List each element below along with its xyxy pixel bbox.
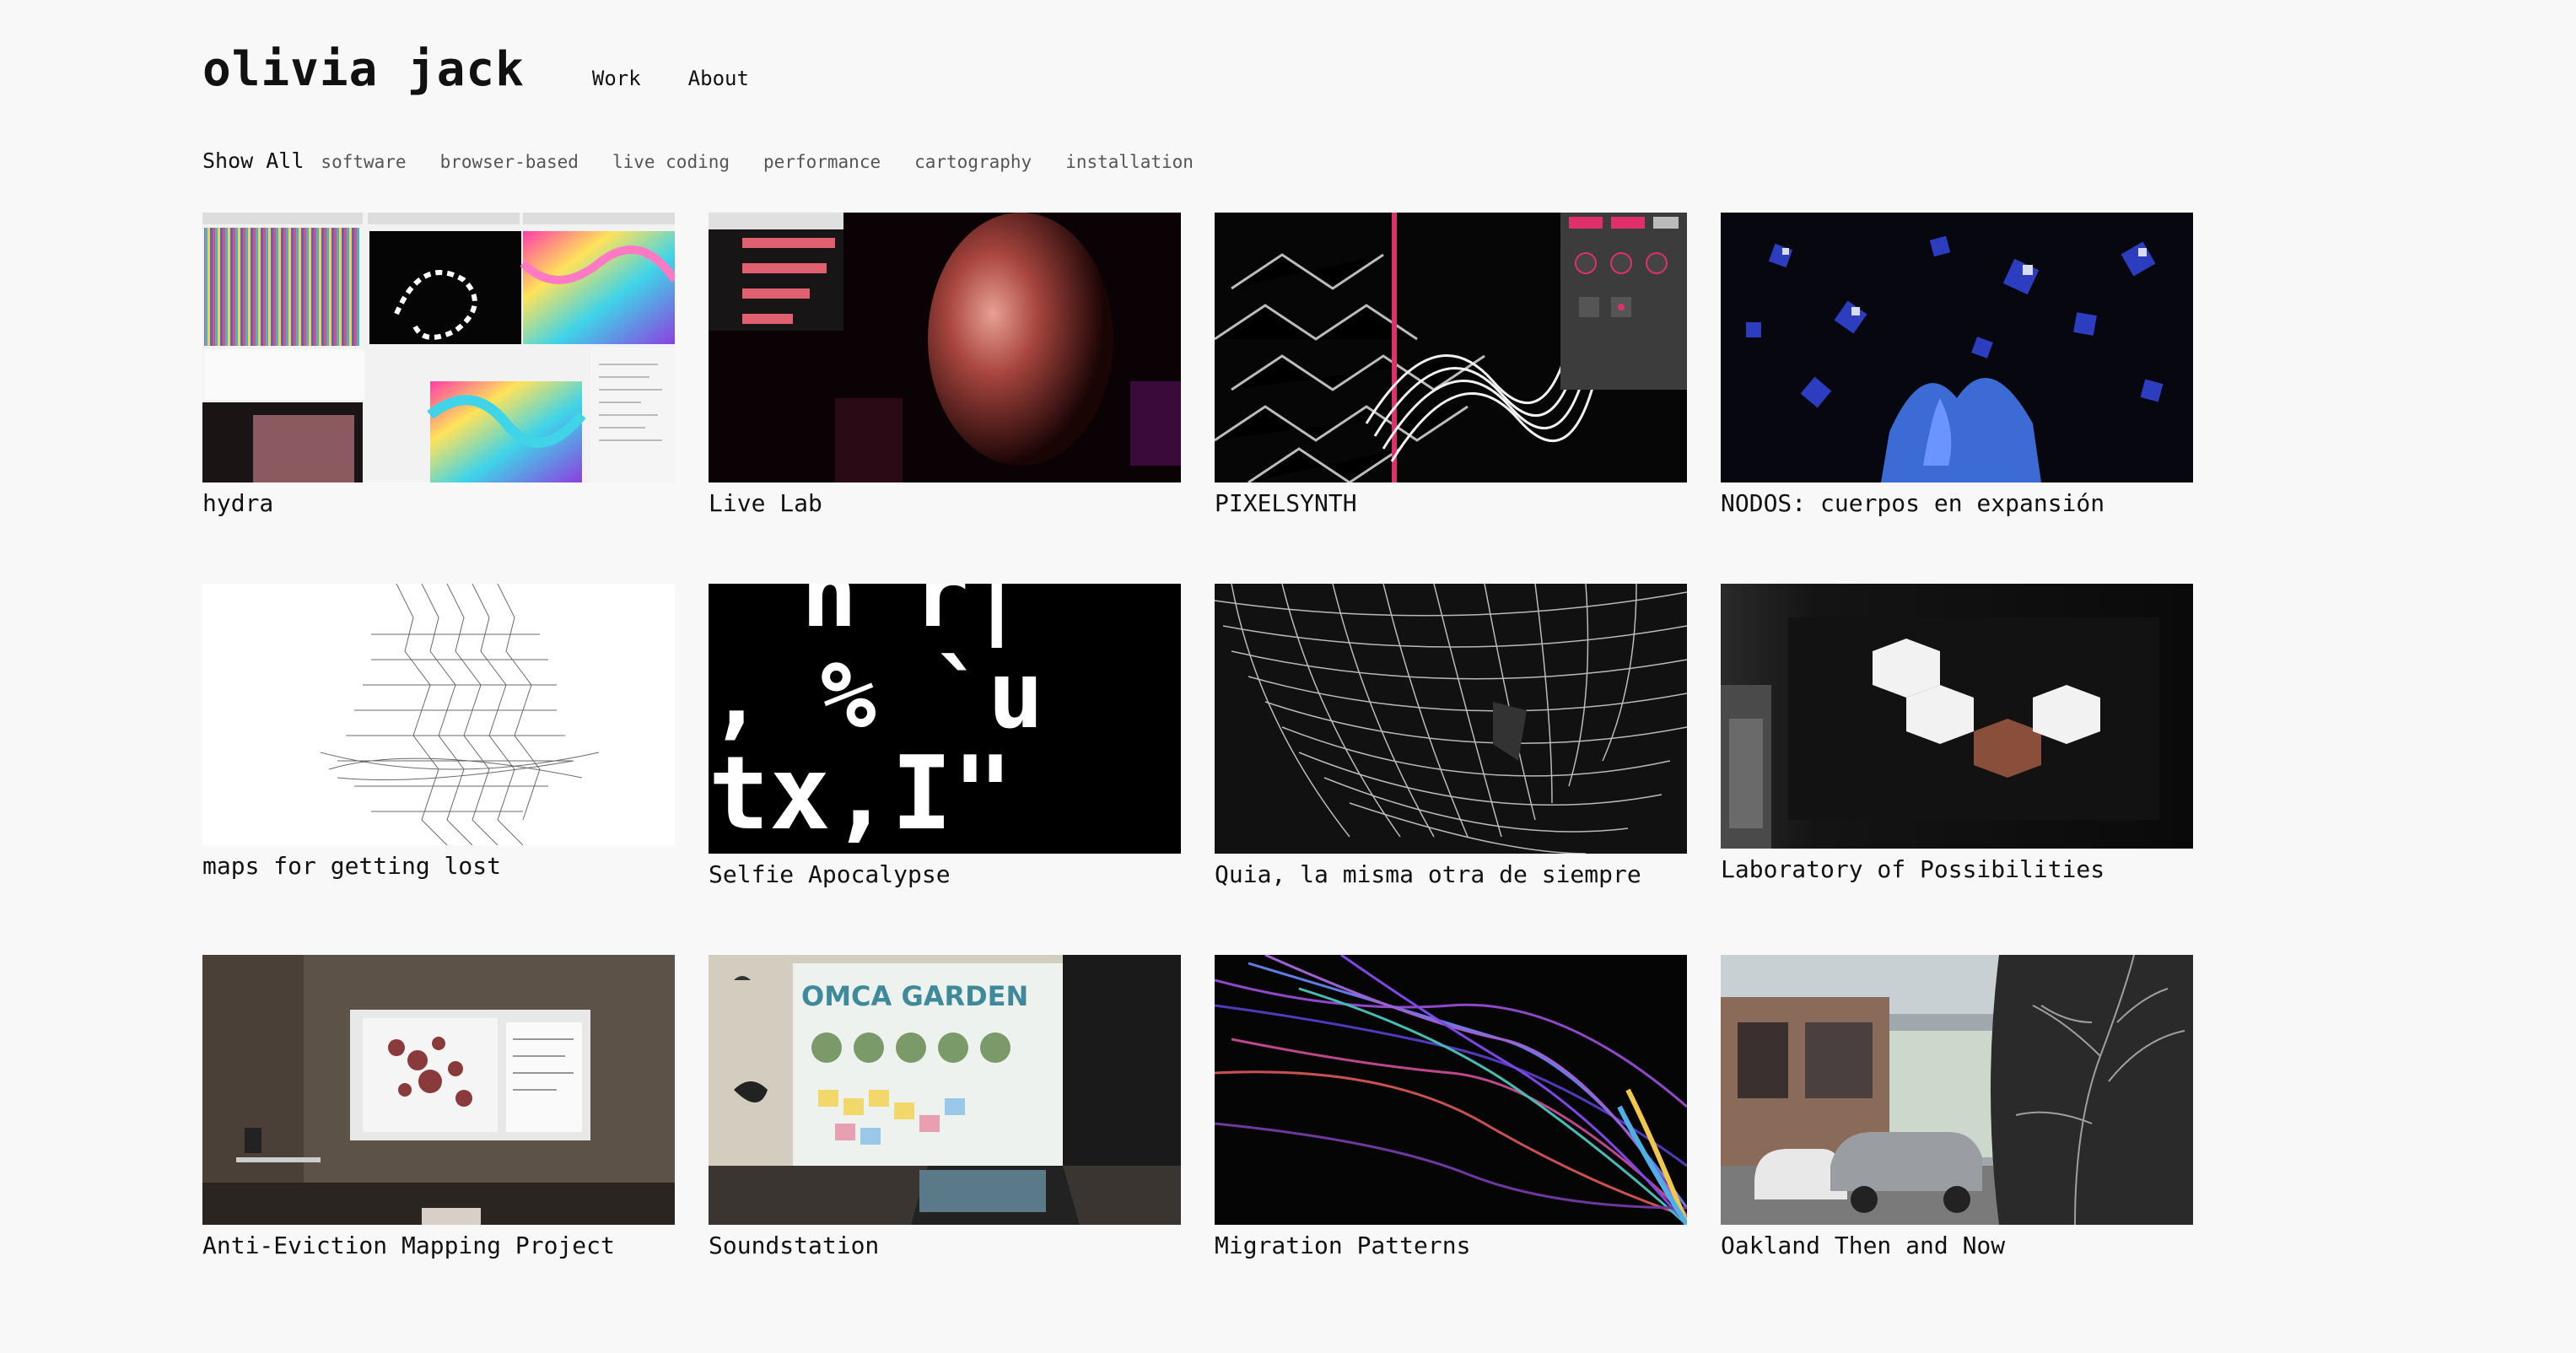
- project-card-soundstation[interactable]: OMCA GARDEN Soundstation: [709, 955, 1181, 1326]
- project-title[interactable]: maps for getting lost: [202, 852, 675, 880]
- filter-performance[interactable]: performance: [763, 152, 881, 172]
- filter-show-all[interactable]: Show All: [202, 148, 304, 173]
- project-thumbnail[interactable]: [1215, 213, 1687, 482]
- project-thumbnail[interactable]: [1721, 584, 2193, 849]
- project-card-selfie-apocalypse[interactable]: n r| , % `u tx,I" Selfie Apocalypse: [709, 584, 1181, 955]
- filter-installation[interactable]: installation: [1065, 152, 1194, 172]
- site-header: olivia jack Work About: [202, 42, 796, 97]
- filter-cartography[interactable]: cartography: [914, 152, 1032, 172]
- project-card-laboratory-of-possibilities[interactable]: Laboratory of Possibilities: [1721, 584, 2193, 955]
- category-filters: Show All software browser-based live cod…: [202, 148, 1227, 173]
- thumb-glyphs-row-2: , % `u: [709, 641, 1043, 749]
- project-title[interactable]: Quia, la misma otra de siempre: [1215, 860, 1687, 888]
- project-thumbnail[interactable]: [202, 584, 675, 845]
- project-title[interactable]: Anti-Eviction Mapping Project: [202, 1232, 675, 1259]
- project-card-maps-for-getting-lost[interactable]: maps for getting lost: [202, 584, 675, 955]
- project-title[interactable]: Migration Patterns: [1215, 1232, 1687, 1259]
- project-thumbnail[interactable]: OMCA GARDEN: [709, 955, 1181, 1225]
- project-title[interactable]: PIXELSYNTH: [1215, 489, 1687, 517]
- project-thumbnail[interactable]: [709, 213, 1181, 482]
- thumb-glyphs-row-3: tx,I": [709, 736, 1013, 853]
- project-card-hydra[interactable]: hydra: [202, 213, 675, 584]
- project-title[interactable]: Oakland Then and Now: [1721, 1232, 2193, 1259]
- project-title[interactable]: Soundstation: [709, 1232, 1181, 1259]
- site-title[interactable]: olivia jack: [202, 42, 525, 97]
- thumb-sign-text: OMCA GARDEN: [801, 980, 1028, 1012]
- project-thumbnail[interactable]: [202, 955, 675, 1225]
- project-title[interactable]: NODOS: cuerpos en expansión: [1721, 489, 2193, 517]
- project-card-oakland-then-and-now[interactable]: Oakland Then and Now: [1721, 955, 2193, 1326]
- project-thumbnail[interactable]: [1215, 584, 1687, 854]
- filter-live-coding[interactable]: live coding: [612, 152, 730, 172]
- project-title[interactable]: hydra: [202, 489, 675, 517]
- filter-browser-based[interactable]: browser-based: [440, 152, 579, 172]
- project-thumbnail[interactable]: n r| , % `u tx,I": [709, 584, 1181, 854]
- project-grid: hydra Live Lab PIXELSYNTH NODOS: cuerpos…: [202, 213, 2193, 1326]
- project-title[interactable]: Live Lab: [709, 489, 1181, 517]
- project-title[interactable]: Selfie Apocalypse: [709, 860, 1181, 888]
- nav-about-link[interactable]: About: [688, 67, 749, 90]
- project-card-anti-eviction-mapping-project[interactable]: Anti-Eviction Mapping Project: [202, 955, 675, 1326]
- project-thumbnail[interactable]: [1215, 955, 1687, 1225]
- project-title[interactable]: Laboratory of Possibilities: [1721, 855, 2193, 883]
- project-card-live-lab[interactable]: Live Lab: [709, 213, 1181, 584]
- project-card-quia[interactable]: Quia, la misma otra de siempre: [1215, 584, 1687, 955]
- main-nav: Work About: [592, 67, 796, 90]
- nav-work-link[interactable]: Work: [592, 67, 641, 90]
- project-card-migration-patterns[interactable]: Migration Patterns: [1215, 955, 1687, 1326]
- thumb-glyphs-row-1: n r|: [801, 584, 1025, 649]
- project-thumbnail[interactable]: [1721, 213, 2193, 482]
- project-thumbnail[interactable]: [202, 213, 675, 482]
- project-card-nodos[interactable]: NODOS: cuerpos en expansión: [1721, 213, 2193, 584]
- project-thumbnail[interactable]: [1721, 955, 2193, 1225]
- project-card-pixelsynth[interactable]: PIXELSYNTH: [1215, 213, 1687, 584]
- filter-software[interactable]: software: [321, 152, 406, 172]
